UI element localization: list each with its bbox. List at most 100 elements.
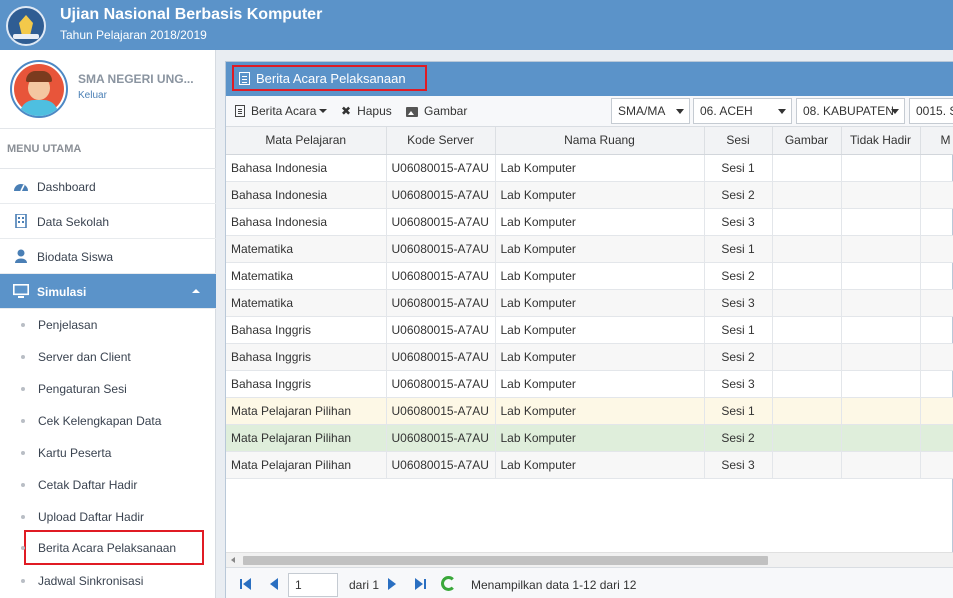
table-cell: U06080015-A7AU: [386, 451, 496, 479]
submenu-item-label: Jadwal Sinkronisasi: [38, 574, 144, 588]
previous-page-icon[interactable]: [270, 578, 278, 590]
berita-acara-dropdown-button[interactable]: Berita Acara: [235, 104, 328, 118]
table-cell: Matematika: [226, 262, 387, 290]
table-cell: Lab Komputer: [495, 235, 705, 263]
table-cell: Lab Komputer: [495, 154, 705, 182]
table-cell: [772, 316, 842, 344]
column-header[interactable]: M: [920, 127, 953, 155]
submenu-item-cetak-daftar-hadir[interactable]: Cetak Daftar Hadir: [0, 469, 216, 501]
sidebar-item-label: Simulasi: [37, 285, 87, 299]
submenu-item-label: Upload Daftar Hadir: [38, 510, 145, 524]
table-cell: [841, 370, 921, 398]
table-cell: [920, 424, 953, 452]
chevron-down-icon: [891, 109, 899, 114]
table-cell: Bahasa Indonesia: [226, 208, 387, 236]
gambar-button[interactable]: Gambar: [406, 104, 467, 118]
panel-title-highlight: Berita Acara Pelaksanaan: [232, 65, 427, 91]
document-icon: [235, 105, 245, 117]
provinsi-select[interactable]: 06. ACEH: [693, 98, 792, 124]
table-cell: Sesi 3: [704, 370, 773, 398]
table-cell: Sesi 2: [704, 262, 773, 290]
column-header[interactable]: Kode Server: [386, 127, 496, 155]
submenu-item-label: Server dan Client: [38, 350, 131, 364]
column-header[interactable]: Nama Ruang: [495, 127, 705, 155]
scrollbar-thumb[interactable]: [243, 556, 768, 565]
hapus-button[interactable]: ✖ Hapus: [341, 104, 392, 118]
jenjang-select[interactable]: SMA/MA: [611, 98, 690, 124]
main-panel: Berita Acara Pelaksanaan Berita Acara ✖ H…: [225, 61, 953, 598]
table-cell: [920, 235, 953, 263]
table-cell: Matematika: [226, 235, 387, 263]
submenu-item-pengaturan-sesi[interactable]: Pengaturan Sesi: [0, 373, 216, 405]
chevron-up-icon: [192, 289, 200, 293]
table-cell: [920, 397, 953, 425]
provinsi-value: 06. ACEH: [700, 104, 753, 118]
table-cell: [772, 397, 842, 425]
table-row[interactable]: Matematika U06080015-A7AU Lab Komputer Sesi…: [226, 289, 953, 317]
table-row[interactable]: Matematika U06080015-A7AU Lab Komputer Sesi…: [226, 262, 953, 290]
table-row[interactable]: Bahasa Indonesia U06080015-A7AU Lab Komput…: [226, 154, 953, 182]
logout-link[interactable]: Keluar: [78, 90, 107, 101]
sidebar-item-dashboard[interactable]: Dashboard: [0, 169, 216, 204]
kabupaten-value: 08. KABUPATEN: [803, 104, 894, 118]
page-number-input[interactable]: 1: [288, 573, 338, 597]
submenu-item-label: Berita Acara Pelaksanaan: [38, 541, 177, 555]
kabupaten-select[interactable]: 08. KABUPATEN: [796, 98, 905, 124]
submenu-item-cek-kelengkapan-data[interactable]: Cek Kelengkapan Data: [0, 405, 216, 437]
table-row[interactable]: Mata Pelajaran Pilihan U06080015-A7AU Lab …: [226, 397, 953, 425]
pagination-info: Menampilkan data 1-12 dari 12: [471, 578, 637, 592]
column-header[interactable]: Gambar: [772, 127, 842, 155]
table-row[interactable]: Bahasa Indonesia U06080015-A7AU Lab Komput…: [226, 208, 953, 236]
sekolah-value: 0015. S: [916, 104, 953, 118]
submenu-item-jadwal-sinkronisasi[interactable]: Jadwal Sinkronisasi: [0, 565, 216, 597]
sidebar-item-simulasi[interactable]: Simulasi: [0, 274, 216, 309]
table-cell: Lab Komputer: [495, 451, 705, 479]
submenu-item-kartu-peserta[interactable]: Kartu Peserta: [0, 437, 216, 469]
submenu-item-server-dan-client[interactable]: Server dan Client: [0, 341, 216, 373]
user-icon: [15, 249, 27, 263]
scroll-left-arrow-icon[interactable]: [231, 557, 235, 563]
table-cell: Lab Komputer: [495, 289, 705, 317]
table-cell: [841, 235, 921, 263]
column-header[interactable]: Mata Pelajaran: [226, 127, 387, 155]
monitor-icon: [13, 284, 29, 298]
submenu-item-label: Cetak Daftar Hadir: [38, 478, 138, 492]
table-cell: [772, 262, 842, 290]
table-row[interactable]: Mata Pelajaran Pilihan U06080015-A7AU Lab …: [226, 424, 953, 452]
last-page-icon[interactable]: [415, 578, 427, 590]
next-page-icon[interactable]: [388, 578, 396, 590]
table-row[interactable]: Bahasa Inggris U06080015-A7AU Lab Komputer…: [226, 370, 953, 398]
table-cell: Bahasa Inggris: [226, 316, 387, 344]
table-cell: Sesi 3: [704, 289, 773, 317]
column-header[interactable]: Tidak Hadir: [841, 127, 921, 155]
table-cell: Sesi 3: [704, 451, 773, 479]
table-row[interactable]: Bahasa Inggris U06080015-A7AU Lab Komputer…: [226, 316, 953, 344]
table-cell: U06080015-A7AU: [386, 370, 496, 398]
refresh-icon[interactable]: [441, 576, 456, 591]
sekolah-select[interactable]: 0015. S: [909, 98, 953, 124]
image-icon: [406, 107, 418, 117]
column-header[interactable]: Sesi: [704, 127, 773, 155]
tut-wuri-handayani-logo: [6, 6, 46, 46]
sidebar-item-data-sekolah[interactable]: Data Sekolah: [0, 204, 216, 239]
table-cell: [841, 397, 921, 425]
submenu-item-upload-daftar-hadir[interactable]: Upload Daftar Hadir: [0, 501, 216, 533]
first-page-icon[interactable]: [240, 578, 252, 590]
submenu-item-berita-acara-pelaksanaan[interactable]: Berita Acara Pelaksanaan: [21, 530, 204, 565]
sidebar-item-biodata-siswa[interactable]: Biodata Siswa: [0, 239, 216, 274]
submenu-item-label: Pengaturan Sesi: [38, 382, 127, 396]
table-row[interactable]: Matematika U06080015-A7AU Lab Komputer Sesi…: [226, 235, 953, 263]
submenu-item-penjelasan[interactable]: Penjelasan: [0, 309, 216, 341]
table-cell: [841, 343, 921, 371]
table-cell: [772, 235, 842, 263]
table-cell: U06080015-A7AU: [386, 289, 496, 317]
close-icon: ✖: [341, 104, 352, 118]
table-cell: [772, 208, 842, 236]
table-row[interactable]: Bahasa Indonesia U06080015-A7AU Lab Komput…: [226, 181, 953, 209]
table-cell: [841, 289, 921, 317]
horizontal-scrollbar[interactable]: [226, 552, 953, 567]
app-header: Ujian Nasional Berbasis Komputer Tahun P…: [0, 0, 953, 50]
table-row[interactable]: Bahasa Inggris U06080015-A7AU Lab Komputer…: [226, 343, 953, 371]
table-row[interactable]: Mata Pelajaran Pilihan U06080015-A7AU Lab …: [226, 451, 953, 479]
toolbar: Berita Acara ✖ Hapus Gambar SMA/MA 06. AC…: [226, 96, 953, 127]
